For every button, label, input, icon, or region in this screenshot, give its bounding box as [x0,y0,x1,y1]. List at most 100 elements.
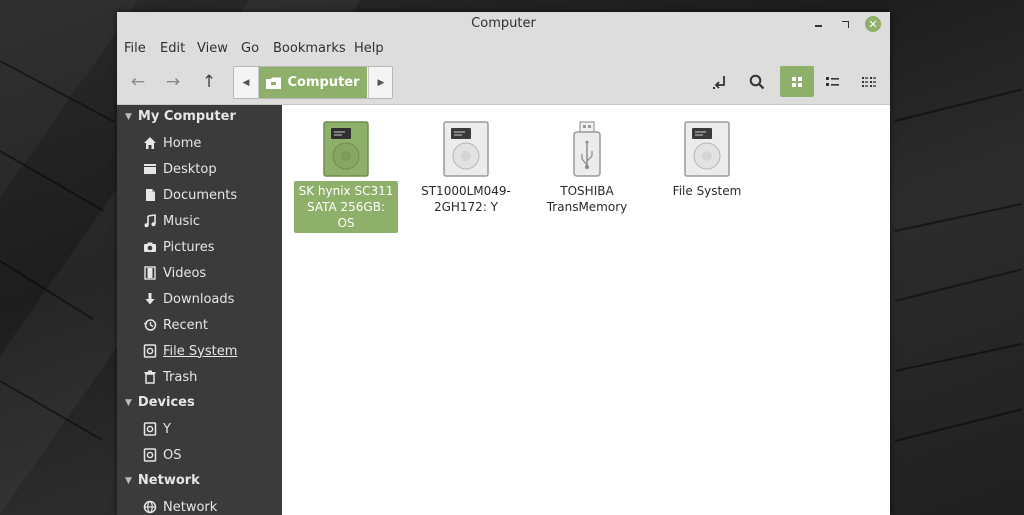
download-icon [143,292,157,306]
compact-list-icon [862,76,876,87]
sidebar-item-label: Music [163,213,200,229]
sidebar-item-trash[interactable]: Trash [143,366,197,388]
sidebar-item-label: Y [163,421,171,437]
file-item-name: ST1000LM049- 2GH172: Y [421,184,511,214]
up-button[interactable]: ↑ [194,67,224,97]
location-arrow-icon [713,76,725,89]
sidebar-item-downloads[interactable]: Downloads [143,288,234,310]
back-button[interactable]: ← [123,67,153,97]
sidebar-item-label: Network [163,499,218,515]
sidebar-item-label: Trash [163,369,198,385]
triangle-right-icon: ▶ [377,77,385,88]
sidebar-item-videos[interactable]: Videos [143,262,206,284]
window-title: Computer [471,16,536,31]
arrow-up-icon: ↑ [201,72,217,92]
folder-icon [266,77,282,89]
file-item-name: File System [672,184,742,198]
sidebar-item-device-os[interactable]: OS [143,444,181,466]
breadcrumb: ◀ Computer ▶ [233,66,393,99]
close-button[interactable]: ✕ [865,16,881,32]
sidebar-item-desktop[interactable]: Desktop [143,158,217,180]
file-item-name: SK hynix SC311 SATA 256GB: OS [294,181,398,233]
recent-icon [143,318,157,332]
expand-triangle-icon: ▼ [125,475,132,486]
file-item-sk-hynix[interactable]: SK hynix SC311 SATA 256GB: OS [294,121,398,233]
drive-icon [143,448,157,462]
hard-drive-icon [443,121,489,177]
sidebar-item-file-system[interactable]: File System [143,340,237,362]
triangle-left-icon: ◀ [242,77,250,88]
search-button[interactable] [742,67,772,97]
sidebar-item-music[interactable]: Music [143,210,200,232]
sidebar-item-label: File System [163,343,238,359]
film-icon [143,266,157,280]
sidebar-item-recent[interactable]: Recent [143,314,208,336]
file-item-toshiba[interactable]: TOSHIBA TransMemory [535,121,639,217]
menu-file[interactable]: File [124,41,146,56]
grid-icon [792,76,802,87]
sidebar-item-device-y[interactable]: Y [143,418,171,440]
expand-triangle-icon: ▼ [125,111,132,122]
sidebar-item-label: Documents [163,187,238,203]
file-item-file-system[interactable]: File System [655,121,759,201]
trash-icon [143,370,157,384]
location-toggle-button[interactable] [705,67,735,97]
minimize-icon [814,25,822,27]
breadcrumb-next-button[interactable]: ▶ [368,67,393,98]
expand-triangle-icon: ▼ [125,397,132,408]
titlebar[interactable]: Computer ✕ [117,12,890,37]
sidebar-item-home[interactable]: Home [143,132,201,154]
sidebar-item-network[interactable]: Network [143,496,217,515]
list-icon [826,76,839,86]
minimize-button[interactable] [810,16,826,32]
sidebar-item-label: Downloads [163,291,235,307]
sidebar-item-label: OS [163,447,182,463]
usb-drive-icon [573,121,601,177]
menu-help[interactable]: Help [354,41,384,56]
home-icon [143,136,157,150]
sidebar-item-label: Videos [163,265,207,281]
file-item-name: TOSHIBA TransMemory [546,184,628,214]
list-view-button[interactable] [816,66,850,97]
network-icon [143,500,157,514]
sidebar: ▼ My Computer Home Desktop Documents Mus… [117,105,282,515]
desktop-icon [143,162,157,176]
compact-view-button[interactable] [852,66,886,97]
breadcrumb-prev-button[interactable]: ◀ [234,67,259,98]
documents-icon [143,188,157,202]
menu-view[interactable]: View [197,41,228,56]
arrow-left-icon: ← [130,72,146,92]
sidebar-section-my-computer[interactable]: ▼ My Computer [125,109,236,124]
sidebar-section-title: My Computer [137,109,236,124]
sidebar-item-label: Recent [163,317,208,333]
arrow-right-icon: → [165,72,181,92]
camera-icon [143,240,157,254]
sidebar-section-devices[interactable]: ▼ Devices [125,395,195,410]
sidebar-section-title: Devices [137,395,195,410]
menubar: File Edit View Go Bookmarks Help [117,37,890,61]
file-manager-window: Computer ✕ File Edit View Go Bookmarks H… [117,12,890,515]
sidebar-section-network[interactable]: ▼ Network [125,473,200,488]
sidebar-item-documents[interactable]: Documents [143,184,237,206]
toolbar: ← → ↑ ◀ Computer ▶ [117,61,890,105]
sidebar-item-label: Home [163,135,202,151]
hard-drive-icon [323,121,369,177]
maximize-icon [841,20,849,28]
sidebar-item-label: Pictures [163,239,215,255]
maximize-button[interactable] [837,16,853,32]
icon-view-button[interactable] [780,66,814,97]
menu-edit[interactable]: Edit [160,41,185,56]
sidebar-item-label: Desktop [163,161,217,177]
close-icon: ✕ [868,17,878,31]
sidebar-item-pictures[interactable]: Pictures [143,236,214,258]
file-view[interactable]: SK hynix SC311 SATA 256GB: OS ST1000LM049… [282,105,890,515]
file-item-st1000lm049[interactable]: ST1000LM049- 2GH172: Y [414,121,518,217]
sidebar-section-title: Network [137,473,200,488]
menu-bookmarks[interactable]: Bookmarks [273,41,346,56]
forward-button[interactable]: → [158,67,188,97]
breadcrumb-computer[interactable]: Computer [259,67,367,98]
menu-go[interactable]: Go [241,41,259,56]
search-icon [749,74,765,90]
breadcrumb-label: Computer [287,75,360,90]
hard-drive-icon [684,121,730,177]
